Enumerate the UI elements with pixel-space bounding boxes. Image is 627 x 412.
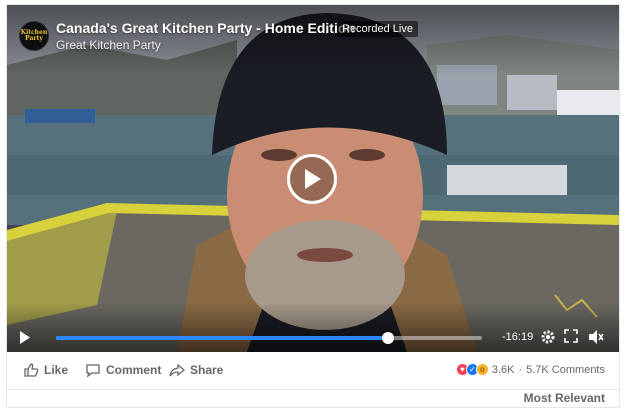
comment-button[interactable]: Comment [85, 362, 161, 378]
page-logo-text: Kitchen Party [20, 29, 48, 42]
progress-scrubber[interactable] [382, 332, 395, 344]
fullscreen-icon[interactable] [564, 329, 578, 343]
video-controls: -16:19 [7, 323, 619, 352]
video-post-card: Kitchen Party Canada's Great Kitchen Par… [6, 4, 620, 408]
video-player[interactable]: Kitchen Party Canada's Great Kitchen Par… [7, 5, 619, 352]
center-play-button[interactable] [287, 154, 337, 204]
page-name-link[interactable]: Great Kitchen Party [56, 38, 161, 52]
reactions-summary: ♥ ✓ o 3.6K · 5.7K Comments [455, 363, 605, 376]
mute-icon[interactable] [587, 329, 605, 345]
recorded-live-badge: Recorded Live [337, 21, 418, 37]
wow-icon[interactable]: o [475, 363, 489, 376]
progress-bar[interactable] [56, 332, 482, 344]
comments-count-link[interactable]: 5.7K Comments [526, 364, 605, 376]
progress-fill [56, 336, 389, 340]
share-arrow-icon [169, 363, 185, 377]
share-button[interactable]: Share [169, 362, 223, 378]
play-icon[interactable] [19, 331, 31, 344]
video-title[interactable]: Canada's Great Kitchen Party - Home Edit… [56, 20, 355, 36]
share-label: Share [190, 363, 224, 377]
like-button[interactable]: Like [23, 362, 68, 378]
comment-icon [86, 364, 100, 378]
separator: · [518, 363, 523, 376]
play-icon [305, 169, 321, 189]
page-avatar[interactable]: Kitchen Party [19, 21, 49, 51]
gear-icon[interactable] [540, 329, 556, 345]
thumbs-up-icon [24, 363, 39, 377]
like-label: Like [44, 363, 69, 377]
comment-label: Comment [106, 363, 162, 377]
post-actions-bar: Like Comment Share ♥ ✓ o 3.6K · 5.7K Com… [7, 352, 619, 390]
time-remaining: -16:19 [502, 331, 534, 343]
comments-sort-dropdown[interactable]: Most Relevant [524, 391, 605, 405]
reaction-count[interactable]: 3.6K [492, 364, 515, 376]
